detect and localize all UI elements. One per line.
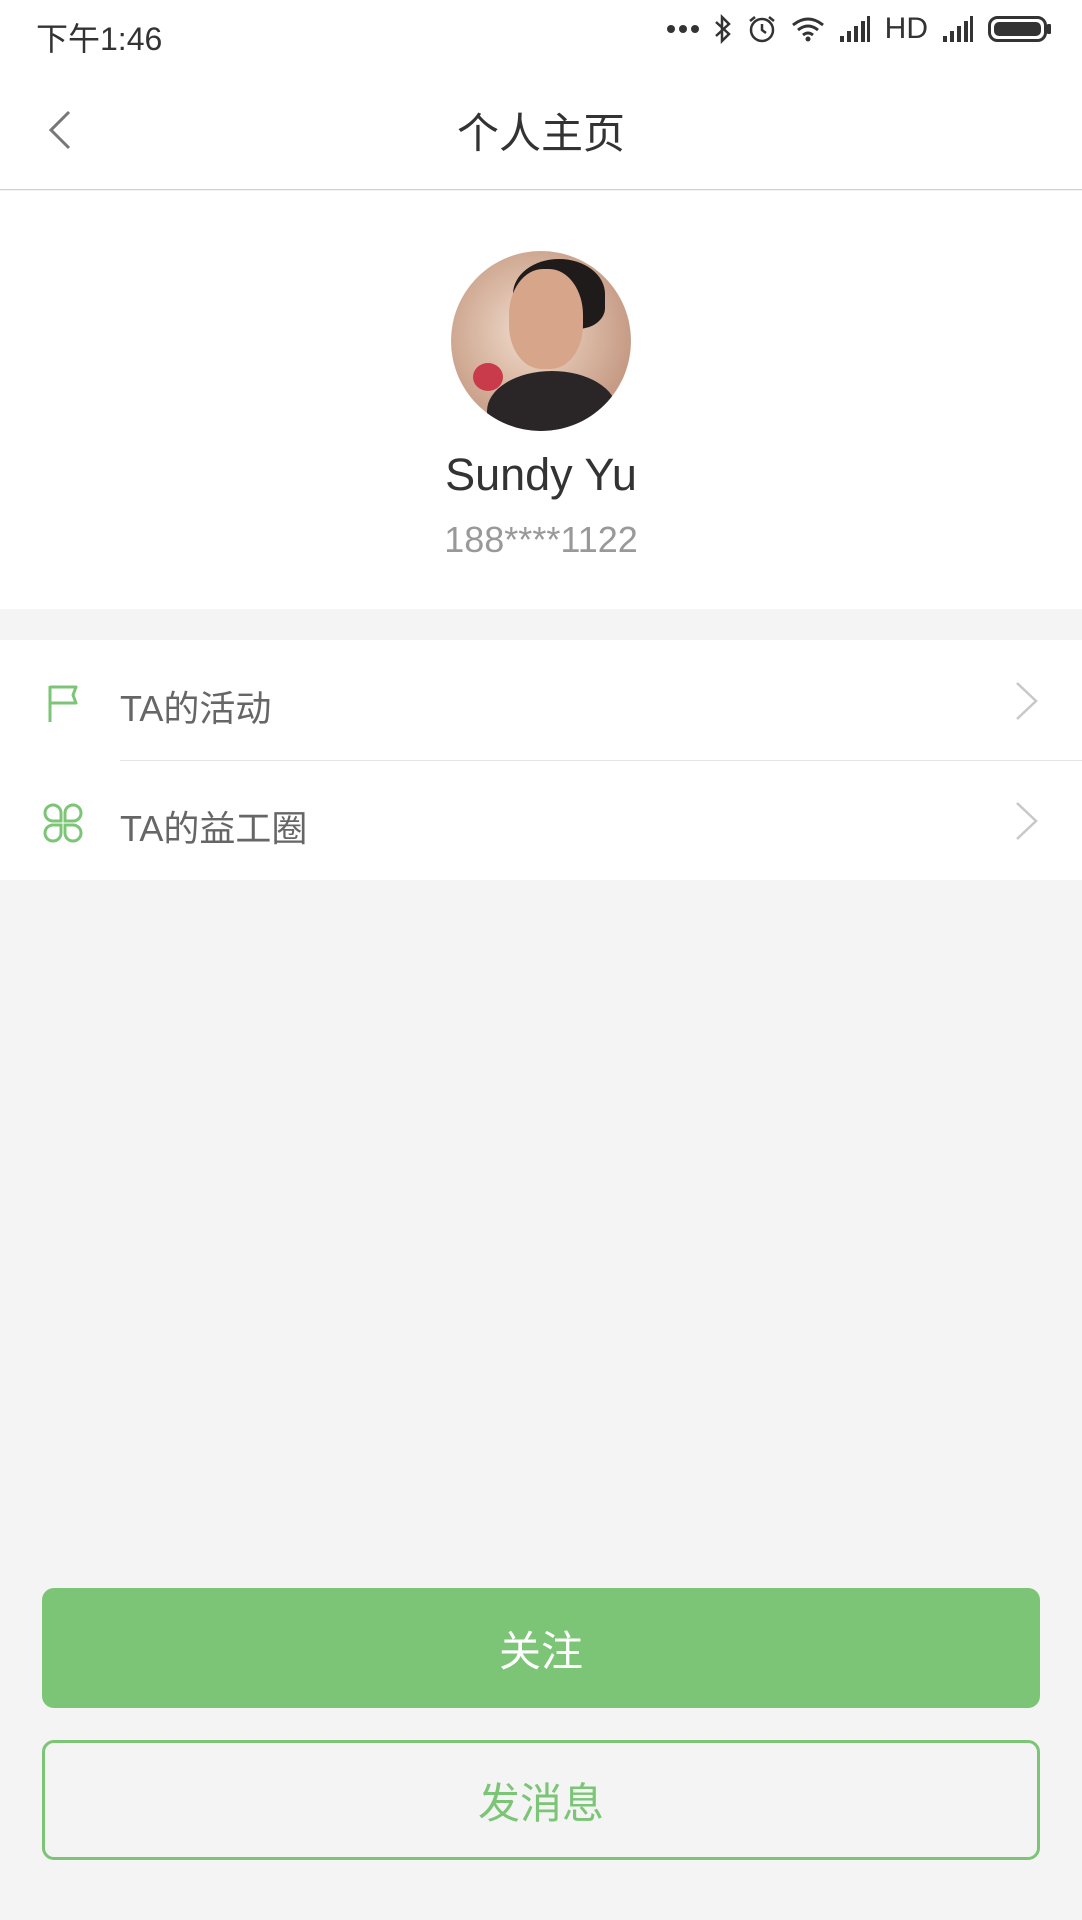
profile-section: Sundy Yu 188****1122 <box>0 191 1082 609</box>
page-title: 个人主页 <box>456 110 625 157</box>
avatar-shoulder-shape <box>487 371 617 431</box>
status-time: 下午1:46 <box>36 21 163 57</box>
menu-item-label: TA的活动 <box>120 688 272 729</box>
battery-icon <box>988 16 1051 42</box>
chevron-right-icon <box>1016 682 1038 720</box>
wifi-icon <box>791 17 824 42</box>
signal-icon <box>839 16 870 42</box>
alarm-icon <box>748 16 775 43</box>
clover-icon <box>43 803 83 843</box>
avatar-face-shape <box>509 269 583 369</box>
follow-button[interactable]: 关注 <box>42 1588 1040 1708</box>
user-name: Sundy Yu <box>445 449 637 500</box>
send-message-button[interactable]: 发消息 <box>42 1740 1040 1860</box>
menu-item-label: TA的益工圈 <box>120 808 308 849</box>
flag-icon <box>48 685 78 722</box>
navigation-bar: 个人主页 <box>0 70 1082 190</box>
more-dots-icon <box>666 25 699 33</box>
signal-icon-2 <box>943 16 973 42</box>
menu-item-volunteer-circle[interactable]: TA的益工圈 <box>0 760 1082 880</box>
avatar[interactable] <box>451 251 631 431</box>
bluetooth-icon <box>714 14 731 44</box>
menu-list: TA的活动 TA的益工圈 <box>0 640 1082 880</box>
menu-item-activities[interactable]: TA的活动 <box>0 640 1082 760</box>
status-icons: HD <box>666 12 1052 46</box>
network-type-label: HD <box>884 12 928 45</box>
avatar-apple-shape <box>473 363 503 391</box>
status-bar: 下午1:46 HD <box>0 0 1082 70</box>
user-phone: 188****1122 <box>444 519 638 560</box>
chevron-right-icon <box>1016 802 1038 840</box>
